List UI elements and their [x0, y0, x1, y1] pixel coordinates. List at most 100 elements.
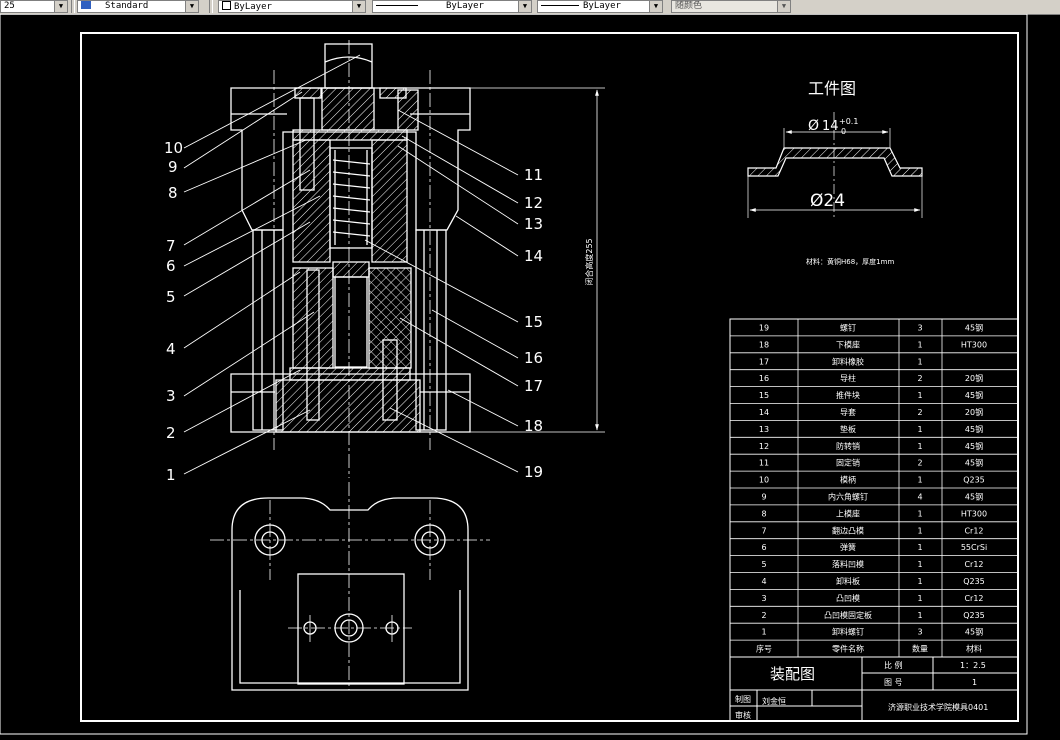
bom-row-qty: 1 — [917, 357, 922, 366]
lineweight-value: ByLayer — [583, 1, 621, 11]
bom-row-no: 1 — [761, 628, 766, 637]
bom-row-name: 落料凹模 — [832, 559, 864, 569]
chevron-down-icon[interactable]: ▼ — [518, 1, 531, 12]
bom-row-name: 模柄 — [840, 475, 856, 485]
bom-row-qty: 1 — [917, 560, 922, 569]
callout-15: 15 — [524, 313, 543, 331]
callout-13: 13 — [524, 215, 543, 233]
chevron-down-icon[interactable]: ▼ — [777, 1, 790, 12]
bom-row-mat: Q235 — [963, 476, 985, 485]
bom-row-qty: 1 — [917, 594, 922, 603]
bom-row-qty: 3 — [917, 324, 922, 333]
bom-row-mat: 45钢 — [965, 627, 983, 637]
dim-inner-value: 14 — [822, 119, 839, 134]
drawing-canvas[interactable]: 闭合高度255 10 9 8 7 6 5 4 3 2 1 11 12 13 14… — [0, 14, 1060, 740]
bom-row-name: 内六角螺钉 — [828, 492, 868, 502]
bom-row-name: 下模座 — [836, 339, 860, 349]
callout-12: 12 — [524, 194, 543, 212]
bom-row-no: 6 — [761, 543, 766, 552]
text-style-combo[interactable]: Standard ▼ — [77, 0, 199, 13]
bom-row-name: 凸凹模 — [836, 593, 860, 603]
bom-row-mat: Q235 — [963, 611, 985, 620]
drawing-name: 装配图 — [770, 665, 815, 683]
review-label: 审核 — [735, 710, 751, 720]
bom-row-name: 弹簧 — [840, 542, 856, 552]
bom-row-mat: 20钢 — [965, 407, 983, 417]
bom-row-mat: HT300 — [961, 509, 987, 518]
bom-row-no: 11 — [759, 459, 769, 468]
bom-row-no: 16 — [759, 374, 769, 383]
scale-combo-value: 25 — [4, 1, 15, 11]
callout-6: 6 — [166, 257, 176, 275]
callout-8: 8 — [168, 184, 178, 202]
bom-row-no: 9 — [761, 493, 766, 502]
chevron-down-icon[interactable]: ▼ — [185, 1, 198, 12]
sheet-label: 图 号 — [884, 678, 903, 687]
bom-row-no: 10 — [759, 476, 769, 485]
callout-4: 4 — [166, 340, 176, 358]
lineweight-combo[interactable]: ByLayer ▼ — [537, 0, 663, 13]
callout-2: 2 — [166, 424, 176, 442]
bom-row-qty: 1 — [917, 526, 922, 535]
bom-row-no: 3 — [761, 594, 766, 603]
callout-11: 11 — [524, 166, 543, 184]
bom-row-mat: 55CrSi — [961, 543, 987, 552]
bom-row-no: 19 — [759, 324, 769, 333]
bom-row-no: 12 — [759, 442, 769, 451]
bom-row-name: 卸料板 — [836, 576, 860, 586]
text-style-value: Standard — [105, 1, 149, 11]
bom-row-name: 垫板 — [840, 424, 856, 434]
bom-row-name: 卸料螺钉 — [832, 627, 864, 637]
bom-header-name: 零件名称 — [832, 644, 864, 654]
bom-row-qty: 2 — [917, 408, 922, 417]
bom-row-mat: 20钢 — [965, 373, 983, 383]
bom-header-mat: 材料 — [966, 644, 982, 654]
bom-row-mat: Cr12 — [964, 560, 983, 569]
callout-1: 1 — [166, 466, 176, 484]
linetype-combo[interactable]: ByLayer ▼ — [372, 0, 532, 13]
plan-view — [210, 482, 490, 691]
bom-row-name: 翻边凸模 — [832, 525, 864, 535]
callout-5: 5 — [166, 288, 176, 306]
bom-row-name: 卸料橡胶 — [832, 356, 864, 366]
closed-height-label: 闭合高度255 — [584, 238, 594, 285]
bom-row-qty: 1 — [917, 476, 922, 485]
scale-value: 1：2.5 — [960, 661, 986, 670]
lineweight-preview — [541, 5, 579, 6]
bom-row-mat: Q235 — [963, 577, 985, 586]
callout-19: 19 — [524, 463, 543, 481]
bom-row-qty: 1 — [917, 442, 922, 451]
callouts-left: 10 9 8 7 6 5 4 3 2 1 — [164, 139, 183, 484]
color-swatch-icon — [222, 1, 231, 10]
chevron-down-icon[interactable]: ▼ — [352, 1, 365, 12]
bom-row-name: 防转销 — [836, 441, 860, 451]
bom-row-mat: 45钢 — [965, 424, 983, 434]
bom-row-name: 导套 — [840, 407, 856, 417]
dim-inner-symbol: Ø — [808, 118, 819, 134]
dim-inner-tol-upper: +0.1 — [839, 117, 858, 126]
bom-row-no: 4 — [761, 577, 766, 586]
bom-row-name: 螺钉 — [840, 323, 856, 333]
chevron-down-icon[interactable]: ▼ — [54, 1, 67, 12]
bom-row-qty: 1 — [917, 509, 922, 518]
bom-row-qty: 1 — [917, 425, 922, 434]
scale-combo[interactable]: 25 ▼ — [0, 0, 68, 13]
bom-row-qty: 4 — [917, 493, 922, 502]
school-name: 济源职业技术学院模具0401 — [888, 702, 988, 712]
layer-combo[interactable]: ByLayer ▼ — [218, 0, 366, 13]
callout-16: 16 — [524, 349, 543, 367]
bom-row-qty: 1 — [917, 391, 922, 400]
bom-row-no: 15 — [759, 391, 769, 400]
linetype-preview — [376, 5, 418, 6]
bom-row-no: 7 — [761, 526, 766, 535]
plot-style-combo[interactable]: 随颜色 ▼ — [671, 0, 791, 13]
bom-row-no: 5 — [761, 560, 766, 569]
bom-row-no: 18 — [759, 340, 769, 349]
chevron-down-icon[interactable]: ▼ — [649, 1, 662, 12]
callout-10: 10 — [164, 139, 183, 157]
bom-header-no: 序号 — [756, 644, 772, 654]
outer-frame — [0, 14, 1028, 735]
callout-7: 7 — [166, 237, 176, 255]
bom-row-name: 上模座 — [836, 508, 860, 518]
bom-row-name: 凸凹模固定板 — [824, 610, 872, 620]
